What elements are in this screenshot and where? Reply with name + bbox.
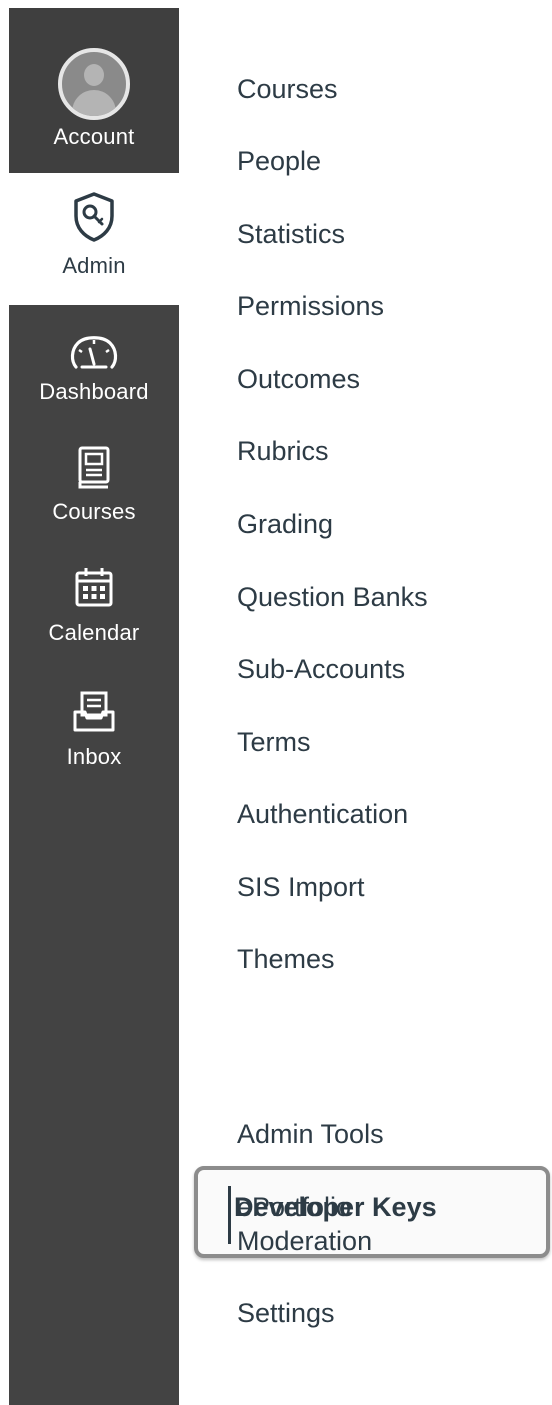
active-indicator	[228, 1186, 231, 1244]
sub-nav-sub-accounts[interactable]: Sub-Accounts	[237, 652, 405, 686]
sub-nav-admin-tools[interactable]: Admin Tools	[237, 1117, 384, 1151]
sub-nav-people[interactable]: People	[237, 144, 321, 178]
sub-nav-grading[interactable]: Grading	[237, 507, 333, 541]
sub-nav-outcomes[interactable]: Outcomes	[237, 362, 360, 396]
admin-sub-navigation: Courses People Statistics Permissions Ou…	[0, 0, 552, 1405]
sub-nav-terms[interactable]: Terms	[237, 725, 311, 759]
sub-nav-themes[interactable]: Themes	[237, 942, 335, 976]
sub-nav-question-banks[interactable]: Question Banks	[237, 580, 428, 614]
sub-nav-sis-import[interactable]: SIS Import	[237, 870, 365, 904]
admin-page: Account Admin Dashboard Courses Calendar…	[0, 0, 552, 1405]
sub-nav-rubrics[interactable]: Rubrics	[237, 434, 329, 468]
sub-nav-permissions[interactable]: Permissions	[237, 289, 384, 323]
sub-nav-statistics[interactable]: Statistics	[237, 217, 345, 251]
sub-nav-eportfolio-moderation[interactable]: ePortfolio Moderation	[237, 1190, 437, 1258]
sub-nav-authentication[interactable]: Authentication	[237, 797, 408, 831]
sub-nav-courses[interactable]: Courses	[237, 72, 338, 106]
sub-nav-settings[interactable]: Settings	[237, 1296, 335, 1330]
